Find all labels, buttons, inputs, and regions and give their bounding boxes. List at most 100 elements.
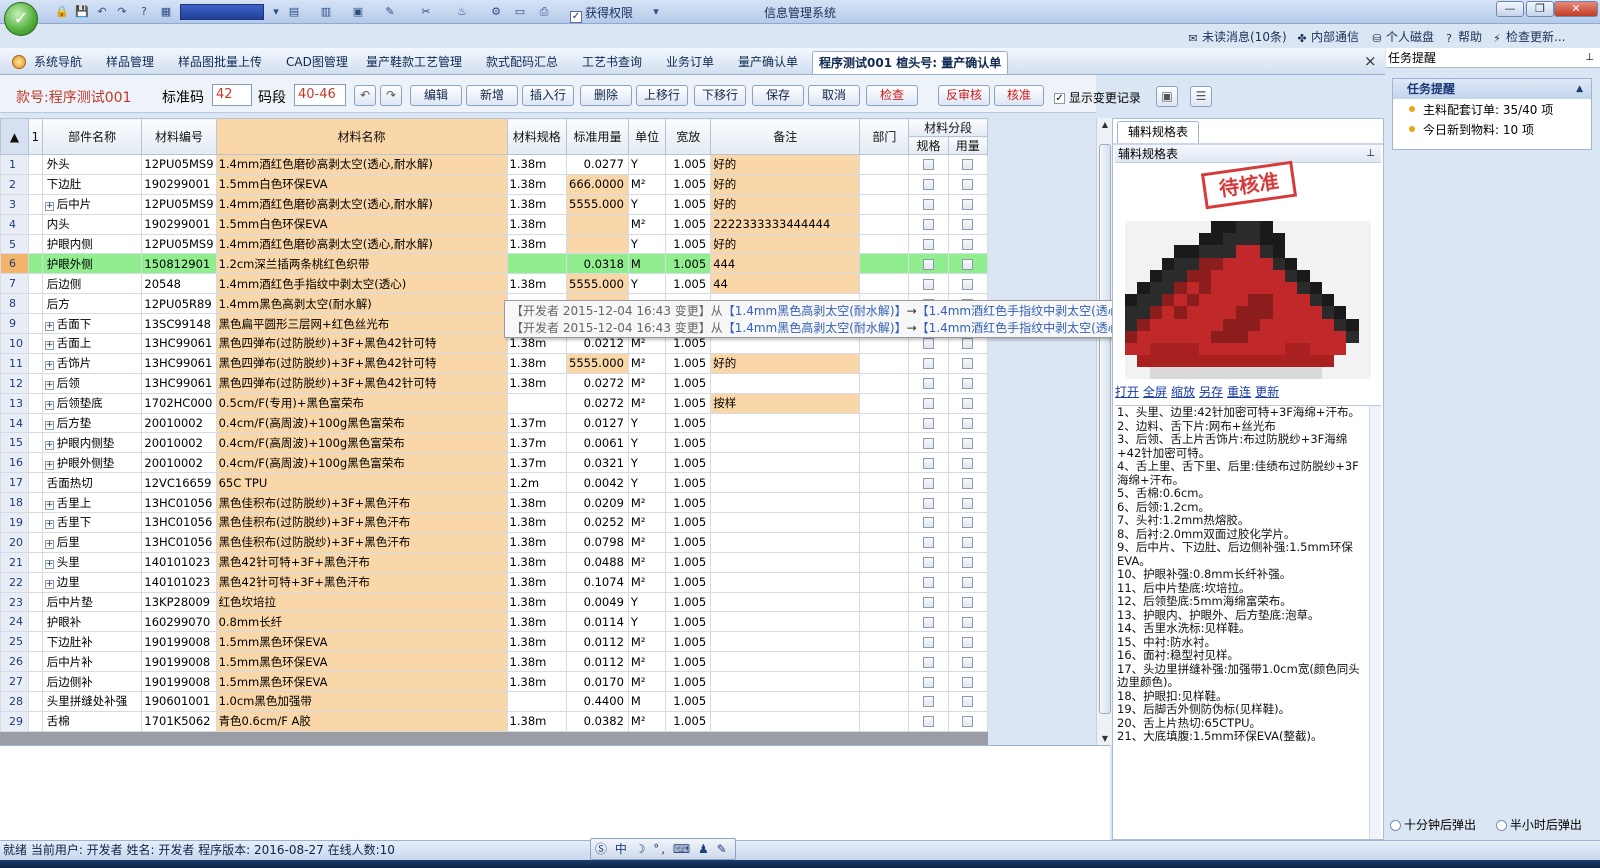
material-spec-cell[interactable]: 1.38m — [506, 611, 568, 633]
material-name-cell[interactable]: 黑色42针可特+3F+黑色汗布 — [215, 551, 508, 573]
checkbox-icon[interactable] — [922, 418, 934, 430]
note-cell[interactable] — [710, 512, 861, 533]
checkbox-icon[interactable] — [922, 179, 934, 191]
seg-usage-checkbox[interactable] — [947, 392, 988, 414]
redo-icon[interactable]: ↷ — [380, 85, 402, 106]
material-name-cell[interactable]: 黑色扁平圆形三层网+红色丝光布 — [215, 313, 508, 335]
close-tab-icon[interactable]: × — [1364, 52, 1377, 70]
row-number[interactable]: 27 — [0, 671, 29, 693]
department-cell[interactable] — [859, 452, 910, 474]
department-cell[interactable] — [859, 611, 910, 633]
checkbox-icon[interactable] — [922, 378, 934, 390]
notes-scrollbar[interactable] — [1369, 406, 1381, 839]
seg-spec-checkbox[interactable] — [908, 372, 949, 394]
seg-spec-checkbox[interactable] — [908, 691, 949, 712]
part-name-cell[interactable]: + 舌饰片 — [41, 352, 143, 374]
expand-icon[interactable]: + — [44, 560, 54, 570]
header-width-allow[interactable]: 宽放 — [665, 118, 712, 155]
material-name-cell[interactable]: 1.5mm白色环保EVA — [215, 173, 508, 195]
seg-usage-checkbox[interactable] — [947, 671, 988, 693]
tab-sample-upload[interactable]: 样品图批量上传 — [172, 51, 268, 74]
pin-icon[interactable]: ⊥ — [1366, 145, 1375, 163]
material-code-cell[interactable]: 12PU05MS9 — [141, 193, 217, 215]
material-name-cell[interactable]: 65C TPU — [215, 472, 508, 494]
checkbox-icon[interactable] — [962, 497, 974, 509]
part-name-cell[interactable]: + 后领垫底 — [41, 392, 143, 414]
material-code-cell[interactable]: 140101023 — [141, 551, 217, 573]
row-level[interactable] — [27, 193, 43, 215]
std-usage-cell[interactable]: 0.1074 — [566, 571, 629, 593]
save-as-link[interactable]: 另存 — [1199, 385, 1223, 399]
check-update-link[interactable]: ⚡ 检查更新... — [1490, 28, 1565, 45]
checkbox-icon[interactable] — [962, 199, 974, 211]
checkbox-icon[interactable] — [922, 338, 934, 350]
part-name-cell[interactable]: 护眼内侧 — [41, 233, 143, 255]
scroll-down-icon[interactable]: ▼ — [1097, 734, 1113, 743]
material-spec-cell[interactable]: 1.38m — [506, 531, 568, 553]
checkbox-icon[interactable] — [922, 597, 934, 609]
delete-button[interactable]: 删除 — [580, 85, 632, 106]
row-number[interactable]: 21 — [0, 551, 29, 573]
seg-spec-checkbox[interactable] — [908, 452, 949, 474]
table-row[interactable]: 7 后边侧 20548 1.4mm酒红色手指纹中剥太空(透心) 1.38m 5555.00… — [0, 273, 988, 295]
material-name-cell[interactable]: 1.4mm酒红色磨砂高剥太空(透心,耐水解) — [215, 233, 508, 255]
material-spec-cell[interactable]: 1.38m — [506, 273, 568, 295]
note-cell[interactable] — [710, 611, 861, 633]
add-button[interactable]: 新增 — [466, 85, 518, 106]
row-number[interactable]: 29 — [0, 710, 29, 732]
std-usage-cell[interactable]: 5555.000 — [566, 273, 629, 295]
row-level[interactable] — [27, 372, 43, 394]
seg-usage-checkbox[interactable] — [947, 631, 988, 653]
show-changes-checkbox[interactable]: ✓ 显示变更记录 — [1054, 89, 1141, 106]
seg-spec-checkbox[interactable] — [908, 193, 949, 215]
department-cell[interactable] — [859, 651, 910, 673]
detail-area[interactable] — [0, 745, 1110, 840]
row-number[interactable]: 7 — [0, 273, 29, 295]
width-allow-cell[interactable]: 1.005 — [665, 710, 712, 732]
minimize-button[interactable]: — — [1496, 1, 1524, 17]
seg-usage-checkbox[interactable] — [947, 492, 988, 514]
row-number[interactable]: 8 — [0, 293, 29, 315]
expand-icon[interactable]: + — [44, 421, 54, 431]
table-row[interactable]: 29 舌棉 1701K5062 青色0.6cm/F A胶 1.38m 0.0382 M² 1.… — [0, 710, 988, 732]
seg-usage-checkbox[interactable] — [947, 372, 988, 394]
row-number[interactable]: 24 — [0, 611, 29, 633]
table-row[interactable]: 19 + 舌里下 13HC01056 黑色佳积布(过防脱纱)+3F+黑色汗布 1.38m 0… — [0, 512, 988, 533]
tab-accessory-spec[interactable]: 辅料规格表 — [1117, 121, 1200, 143]
note-cell[interactable] — [710, 412, 861, 434]
material-spec-cell[interactable]: 1.37m — [506, 412, 568, 434]
seg-usage-checkbox[interactable] — [947, 193, 988, 215]
std-usage-cell[interactable]: 0.0272 — [566, 372, 629, 394]
seg-usage-checkbox[interactable] — [947, 591, 988, 613]
table-row[interactable]: 18 + 舌里上 13HC01056 黑色佳积布(过防脱纱)+3F+黑色汗布 1.38m 0… — [0, 492, 988, 514]
table-row[interactable]: 5 护眼内侧 12PU05MS9 1.4mm酒红色磨砂高剥太空(透心,耐水解) 1.38… — [0, 233, 988, 255]
width-allow-cell[interactable]: 1.005 — [665, 531, 712, 553]
seg-usage-checkbox[interactable] — [947, 173, 988, 195]
seg-spec-checkbox[interactable] — [908, 173, 949, 195]
material-name-cell[interactable]: 黑色佳积布(过防脱纱)+3F+黑色汗布 — [215, 512, 508, 533]
checkbox-icon[interactable] — [962, 239, 974, 250]
expand-icon[interactable]: + — [44, 381, 54, 391]
table-row[interactable]: 4 内头 190299001 1.5mm白色环保EVA 1.38m M² 1.005 2222… — [0, 213, 988, 235]
refresh-link[interactable]: 更新 — [1255, 385, 1279, 399]
unit-cell[interactable]: M² — [627, 492, 667, 514]
row-number[interactable]: 5 — [0, 233, 29, 255]
department-cell[interactable] — [859, 710, 910, 732]
table-row[interactable]: 17 舌面热切 12VC16659 65C TPU 1.2m 0.0042 Y 1.005 — [0, 472, 988, 494]
checkbox-icon[interactable] — [962, 278, 974, 290]
spec-notes-textarea[interactable]: 1、头里、边里:42针加密可特+3F海绵+汗布。 2、边料、舌下片:网布+丝光布 3… — [1115, 405, 1381, 839]
material-name-cell[interactable]: 黑色42针可特+3F+黑色汗布 — [215, 571, 508, 593]
part-name-cell[interactable]: + 舌面下 — [41, 313, 143, 335]
insert-row-button[interactable]: 插入行 — [522, 85, 574, 106]
settings-icon[interactable]: ▣ — [1156, 86, 1178, 107]
checkbox-icon[interactable] — [962, 219, 974, 231]
row-number[interactable]: 22 — [0, 571, 29, 593]
row-number[interactable]: 20 — [0, 531, 29, 553]
material-spec-cell[interactable]: 1.38m — [506, 591, 568, 613]
material-code-cell[interactable]: 190299001 — [141, 173, 217, 195]
seg-usage-checkbox[interactable] — [947, 472, 988, 494]
std-usage-cell[interactable] — [566, 233, 629, 255]
expand-icon[interactable]: + — [44, 401, 54, 411]
seg-usage-checkbox[interactable] — [947, 432, 988, 454]
tab-active-program-test[interactable]: 程序测试001 楦头号: 量产确认单 — [812, 51, 1009, 74]
